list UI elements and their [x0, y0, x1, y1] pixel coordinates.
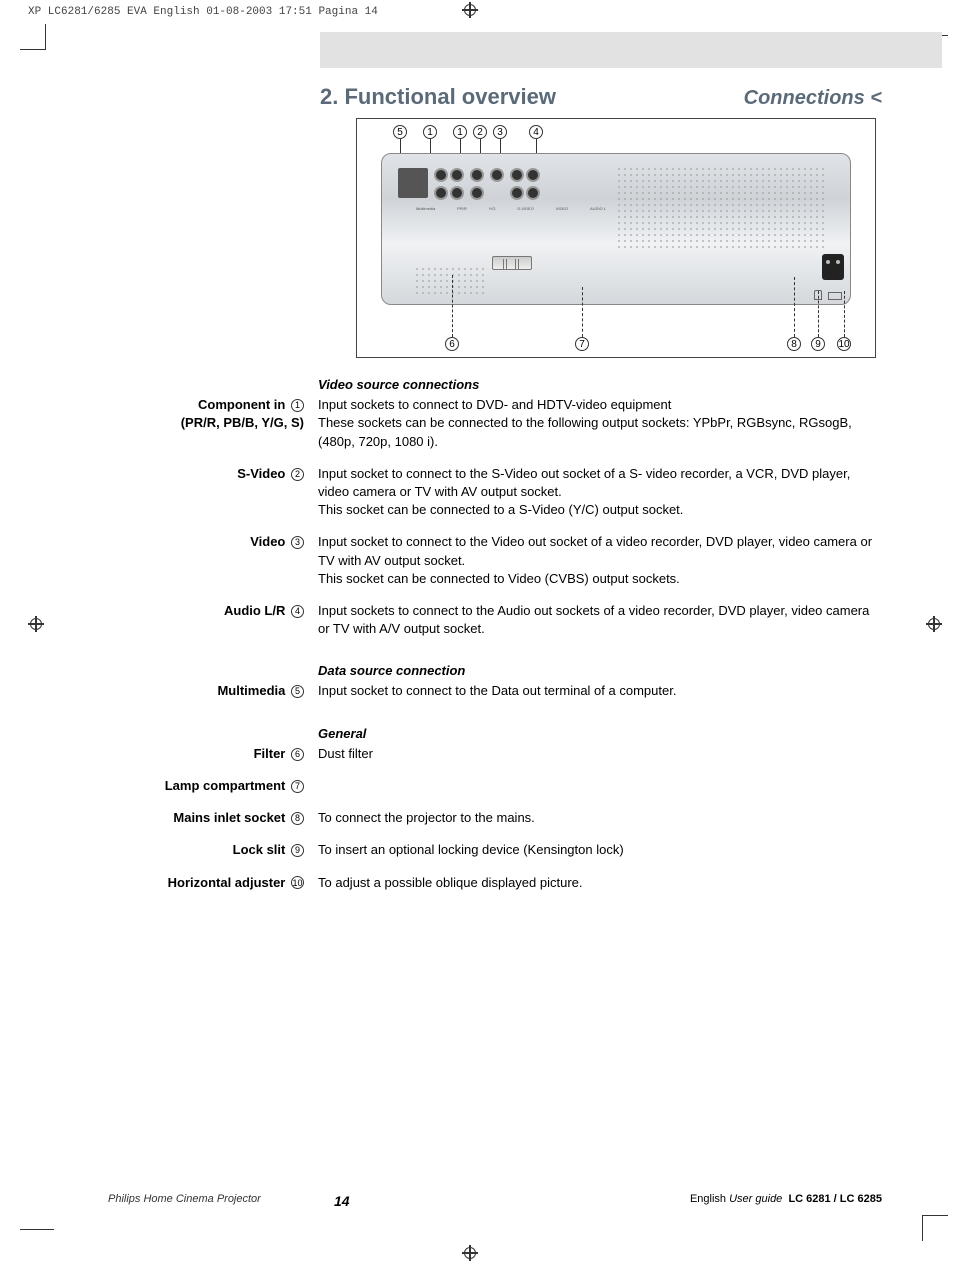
- desc-multimedia: Input socket to connect to the Data out …: [318, 682, 882, 700]
- port-label: PR/R: [457, 206, 467, 211]
- label-svideo: S-Video: [237, 466, 285, 481]
- label-component-in: Component in: [198, 397, 285, 412]
- desc-video: Input socket to connect to the Video out…: [318, 533, 882, 588]
- page-number: 14: [334, 1193, 350, 1209]
- crop-mark-top: [462, 2, 478, 18]
- port-label: S-VIDEO: [517, 206, 533, 211]
- callout-6: 6: [445, 337, 459, 351]
- input-sockets: [394, 164, 606, 234]
- desc-component-in: Input sockets to connect to DVD- and HDT…: [318, 396, 882, 451]
- page-footer: Philips Home Cinema Projector 14 English…: [108, 1193, 882, 1205]
- num-8: 8: [291, 812, 304, 825]
- section-title: Functional overview: [344, 84, 556, 109]
- filter-slot: [492, 256, 532, 270]
- footer-model: LC 6281 / LC 6285: [788, 1193, 882, 1205]
- label-component-in-2: (PR/R, PB/B, Y/G, S): [181, 415, 304, 430]
- section-heading: 2. Functional overview: [320, 84, 556, 110]
- callout-1b: 1: [453, 125, 467, 139]
- callout-2: 2: [473, 125, 487, 139]
- print-header: XP LC6281/6285 EVA English 01-08-2003 17…: [28, 6, 378, 18]
- callout-8: 8: [787, 337, 801, 351]
- num-9: 9: [291, 844, 304, 857]
- callout-4: 4: [529, 125, 543, 139]
- port-labels: Multimedia PR/R Y/G S-VIDEO VIDEO AUDIO …: [406, 206, 616, 211]
- num-1: 1: [291, 399, 304, 412]
- header-gray-band: [320, 32, 942, 68]
- leader-line: [452, 275, 453, 337]
- crop-mark-right: [926, 616, 942, 632]
- callout-9: 9: [811, 337, 825, 351]
- desc-horizontal-adjuster: To adjust a possible oblique displayed p…: [318, 874, 882, 892]
- leader-line: [818, 291, 819, 337]
- num-3: 3: [291, 536, 304, 549]
- num-7: 7: [291, 780, 304, 793]
- footer-left: Philips Home Cinema Projector: [108, 1193, 261, 1205]
- num-2: 2: [291, 468, 304, 481]
- desc-mains-inlet: To connect the projector to the mains.: [318, 809, 882, 827]
- label-multimedia: Multimedia: [217, 683, 285, 698]
- content-area: Video source connections Component in 1 …: [108, 376, 882, 906]
- horizontal-adjuster: [828, 292, 842, 300]
- label-audio-lr: Audio L/R: [224, 603, 285, 618]
- desc-audio-lr: Input sockets to connect to the Audio ou…: [318, 602, 882, 638]
- footer-user-guide: User guide: [729, 1193, 782, 1205]
- ventilation-grille: [616, 166, 828, 248]
- label-lamp-compartment: Lamp compartment: [165, 778, 286, 793]
- crop-mark-bottom: [462, 1245, 478, 1261]
- num-10: 10: [291, 876, 304, 889]
- num-4: 4: [291, 605, 304, 618]
- port-label: AUDIO L: [590, 206, 606, 211]
- mains-inlet: [822, 254, 844, 280]
- crop-mark-left: [28, 616, 44, 632]
- ventilation-grille-bottom: [414, 266, 486, 296]
- section-title-general: General: [318, 725, 882, 743]
- corner-mark-br: [922, 1215, 948, 1241]
- footer-lang: English: [690, 1193, 726, 1205]
- callout-7: 7: [575, 337, 589, 351]
- page-label: Connections <: [744, 87, 882, 110]
- multimedia-port: [398, 168, 428, 198]
- section-number: 2.: [320, 84, 338, 109]
- corner-mark-tl: [20, 24, 46, 50]
- label-mains-inlet: Mains inlet socket: [173, 810, 285, 825]
- label-video: Video: [250, 534, 285, 549]
- section-title-video-source: Video source connections: [318, 376, 882, 394]
- callout-3: 3: [493, 125, 507, 139]
- port-label: VIDEO: [556, 206, 568, 211]
- callout-5: 5: [393, 125, 407, 139]
- corner-mark-bl: [20, 1229, 54, 1230]
- desc-lock-slit: To insert an optional locking device (Ke…: [318, 841, 882, 859]
- section-title-data-source: Data source connection: [318, 662, 882, 680]
- rear-panel-diagram: 5 1 1 2 3 4 Multimedi: [356, 118, 876, 358]
- desc-svideo: Input socket to connect to the S-Video o…: [318, 465, 882, 520]
- desc-filter: Dust filter: [318, 745, 882, 763]
- port-label: Y/G: [489, 206, 496, 211]
- callout-1a: 1: [423, 125, 437, 139]
- leader-line: [582, 287, 583, 337]
- num-5: 5: [291, 685, 304, 698]
- leader-line: [794, 277, 795, 337]
- label-horizontal-adjuster: Horizontal adjuster: [168, 875, 286, 890]
- callout-10: 10: [837, 337, 851, 351]
- port-label: Multimedia: [416, 206, 435, 211]
- label-lock-slit: Lock slit: [233, 842, 286, 857]
- desc-lamp-compartment: [318, 777, 882, 795]
- leader-line: [844, 291, 845, 337]
- label-filter: Filter: [254, 746, 286, 761]
- num-6: 6: [291, 748, 304, 761]
